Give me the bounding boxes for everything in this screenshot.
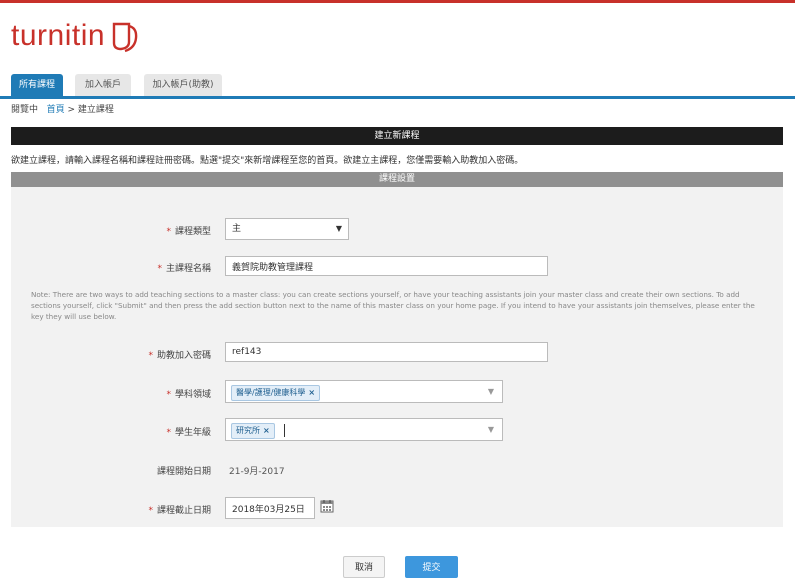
panel-title: 課程設置 [11, 172, 783, 187]
start-date-value: 21-9月-2017 [229, 467, 285, 477]
end-date-label: * 課程截止日期 [148, 506, 211, 516]
start-date-label: 課程開始日期 [156, 467, 211, 477]
breadcrumb: 閱覽中 首頁 > 建立課程 [11, 102, 114, 115]
tab-join-account[interactable]: 加入帳戶 [75, 74, 131, 96]
turnitin-logo[interactable]: turnitin [11, 16, 143, 56]
student-level-chip[interactable]: 研究所 × [231, 423, 275, 439]
cancel-button[interactable]: 取消 [343, 556, 385, 578]
master-course-name-label: * 主課程名稱 [157, 264, 211, 274]
turnitin-logo-icon [112, 22, 138, 53]
student-level-multiselect[interactable]: 研究所 × ▼ [225, 418, 503, 441]
course-tabs: 所有課程 加入帳戶 加入帳戶(助教) [0, 74, 795, 99]
end-date-input[interactable] [225, 497, 315, 519]
top-accent-line [0, 0, 795, 3]
page-title-banner: 建立新課程 [11, 127, 783, 145]
master-class-note: Note: There are two ways to add teaching… [31, 290, 755, 321]
ta-join-key-input[interactable] [225, 342, 548, 362]
chevron-down-icon: ▼ [487, 425, 494, 434]
remove-chip-icon[interactable]: × [308, 388, 315, 397]
breadcrumb-prefix: 閱覽中 [11, 105, 39, 115]
master-course-name-input[interactable] [225, 256, 548, 276]
submit-button[interactable]: 提交 [405, 556, 458, 578]
subject-area-multiselect[interactable]: 醫學/護理/健康科學 × ▼ [225, 380, 503, 403]
chevron-down-icon: ▼ [335, 224, 342, 233]
course-type-value: 主 [232, 224, 242, 234]
chevron-down-icon: ▼ [487, 387, 494, 396]
tab-join-account-ta[interactable]: 加入帳戶(助教) [144, 74, 222, 96]
course-type-select[interactable]: 主 ▼ [225, 218, 349, 240]
ta-join-key-label: * 助教加入密碼 [148, 351, 211, 361]
course-type-label: * 課程類型 [166, 227, 211, 237]
breadcrumb-current: 建立課程 [77, 105, 114, 115]
student-level-label: * 學生年級 [166, 428, 211, 438]
logo-text: turnitin [11, 19, 106, 52]
tab-all-courses[interactable]: 所有課程 [11, 74, 63, 96]
calendar-icon[interactable] [320, 499, 334, 513]
subject-chip[interactable]: 醫學/護理/健康科學 × [231, 385, 321, 401]
course-settings-panel: 課程設置 *課程類型 主 ▼ *主課程名稱 Note: There are tw… [11, 172, 783, 527]
subject-area-label: * 學科領域 [166, 390, 211, 400]
breadcrumb-home-link[interactable]: 首頁 [47, 105, 65, 115]
text-cursor [284, 424, 285, 437]
intro-text: 欲建立課程，請輸入課程名稱和課程註冊密碼。點選"提交"來新增課程至您的首頁。欲建… [11, 156, 524, 166]
breadcrumb-separator: > [67, 105, 76, 115]
remove-chip-icon[interactable]: × [263, 426, 270, 435]
